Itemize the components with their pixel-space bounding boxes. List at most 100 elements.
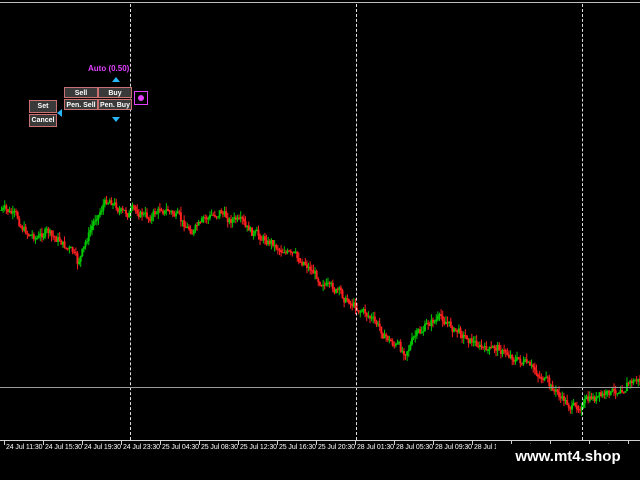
candle-body bbox=[370, 317, 373, 319]
time-axis-tick bbox=[316, 441, 317, 445]
candle-body bbox=[178, 211, 181, 213]
candle-body bbox=[406, 351, 409, 356]
settings-gear-icon[interactable] bbox=[134, 91, 148, 105]
time-axis-label: 25 Jul 08:30 bbox=[201, 444, 238, 451]
candle-body bbox=[0, 209, 3, 211]
candle-body bbox=[100, 210, 103, 213]
candle-body bbox=[614, 390, 617, 394]
candle-body bbox=[99, 212, 102, 215]
candle-body bbox=[5, 205, 8, 210]
candle-body bbox=[596, 395, 599, 398]
candle-body bbox=[420, 332, 423, 334]
candle-body bbox=[540, 376, 543, 380]
candle-body bbox=[280, 250, 283, 253]
candle-body bbox=[297, 258, 300, 262]
candle-body bbox=[435, 319, 438, 322]
set-button[interactable]: Set bbox=[29, 100, 57, 113]
candle-body bbox=[517, 357, 520, 359]
candle-body bbox=[386, 335, 389, 341]
candle-body bbox=[436, 315, 439, 320]
decrease-lot-arrow-icon[interactable] bbox=[112, 117, 120, 122]
candle-body bbox=[480, 344, 483, 347]
candle-body bbox=[414, 335, 417, 337]
candle-body bbox=[272, 239, 275, 246]
price-chart[interactable]: Auto (0.50) Sell Buy Pen. Sell Pen. Buy … bbox=[0, 0, 640, 440]
candle-body bbox=[459, 328, 462, 335]
candle-body bbox=[263, 236, 266, 241]
candle-body bbox=[147, 217, 150, 219]
time-axis-tick bbox=[4, 441, 5, 445]
candle-body bbox=[622, 392, 625, 394]
time-axis-label: 24 Jul 19:30 bbox=[84, 444, 121, 451]
candle-body bbox=[142, 213, 145, 215]
candle-body bbox=[385, 334, 388, 336]
candle-body bbox=[399, 341, 402, 352]
candle-body bbox=[44, 229, 47, 237]
candle-body bbox=[454, 328, 457, 330]
cancel-button[interactable]: Cancel bbox=[29, 114, 57, 127]
candle-body bbox=[347, 299, 350, 304]
candle-body bbox=[296, 251, 299, 259]
period-separator-2 bbox=[356, 4, 357, 440]
candle-body bbox=[412, 336, 415, 339]
candle-body bbox=[105, 199, 108, 204]
time-axis-tick bbox=[121, 441, 122, 445]
collapse-panel-arrow-icon[interactable] bbox=[57, 109, 62, 117]
time-axis-label: 28 Jul 09:30 bbox=[435, 444, 472, 451]
candle-body bbox=[567, 404, 570, 408]
candle-body bbox=[86, 241, 89, 243]
candle-body bbox=[118, 211, 121, 213]
candle-body bbox=[415, 330, 418, 336]
candle-body bbox=[89, 229, 92, 233]
candle-body bbox=[574, 402, 577, 406]
candle-body bbox=[511, 355, 514, 360]
candle-body bbox=[2, 207, 5, 210]
lot-size-auto-label[interactable]: Auto (0.50) bbox=[88, 64, 129, 73]
candle-body bbox=[241, 217, 244, 219]
candle-body bbox=[58, 237, 61, 241]
candle-body bbox=[95, 218, 98, 221]
sell-button[interactable]: Sell bbox=[64, 87, 98, 98]
candle-body bbox=[254, 230, 257, 234]
chart-top-border bbox=[0, 2, 640, 3]
candle-body bbox=[535, 370, 538, 375]
candle-body bbox=[556, 389, 559, 393]
candle-body bbox=[82, 246, 85, 249]
pending-buy-button[interactable]: Pen. Buy bbox=[98, 99, 132, 110]
candle-body bbox=[411, 338, 414, 345]
time-axis-tick bbox=[472, 441, 473, 445]
pending-sell-button[interactable]: Pen. Sell bbox=[64, 99, 98, 110]
candle-body bbox=[102, 204, 105, 211]
candle-body bbox=[525, 359, 528, 363]
candle-body bbox=[409, 344, 412, 350]
candle-body bbox=[389, 339, 392, 342]
candle-body bbox=[373, 316, 376, 322]
candle-body bbox=[470, 338, 473, 343]
candle-body bbox=[207, 218, 210, 220]
candle-body bbox=[391, 341, 394, 346]
candle-body bbox=[112, 204, 115, 206]
candle-body bbox=[506, 352, 509, 356]
candle-body bbox=[94, 220, 97, 222]
time-axis-label: 25 Jul 16:30 bbox=[279, 444, 316, 451]
horizontal-price-line[interactable] bbox=[0, 387, 640, 388]
candle-body bbox=[166, 209, 169, 211]
candle-body bbox=[275, 244, 278, 249]
candle-body bbox=[624, 391, 627, 393]
candle-body bbox=[183, 220, 186, 227]
time-axis-tick bbox=[43, 441, 44, 445]
buy-button[interactable]: Buy bbox=[98, 87, 132, 98]
candle-body bbox=[84, 241, 87, 247]
candle-body bbox=[309, 266, 312, 271]
time-axis-tick bbox=[82, 441, 83, 445]
candle-body bbox=[42, 236, 45, 238]
time-axis-label: 25 Jul 12:30 bbox=[240, 444, 277, 451]
candle-body bbox=[71, 247, 74, 252]
period-separator-3 bbox=[582, 4, 583, 440]
candle-body bbox=[522, 361, 525, 365]
candle-body bbox=[40, 233, 43, 237]
time-axis-tick bbox=[394, 441, 395, 445]
candle-body bbox=[163, 210, 166, 214]
candle-body bbox=[276, 248, 279, 250]
increase-lot-arrow-icon[interactable] bbox=[112, 77, 120, 82]
